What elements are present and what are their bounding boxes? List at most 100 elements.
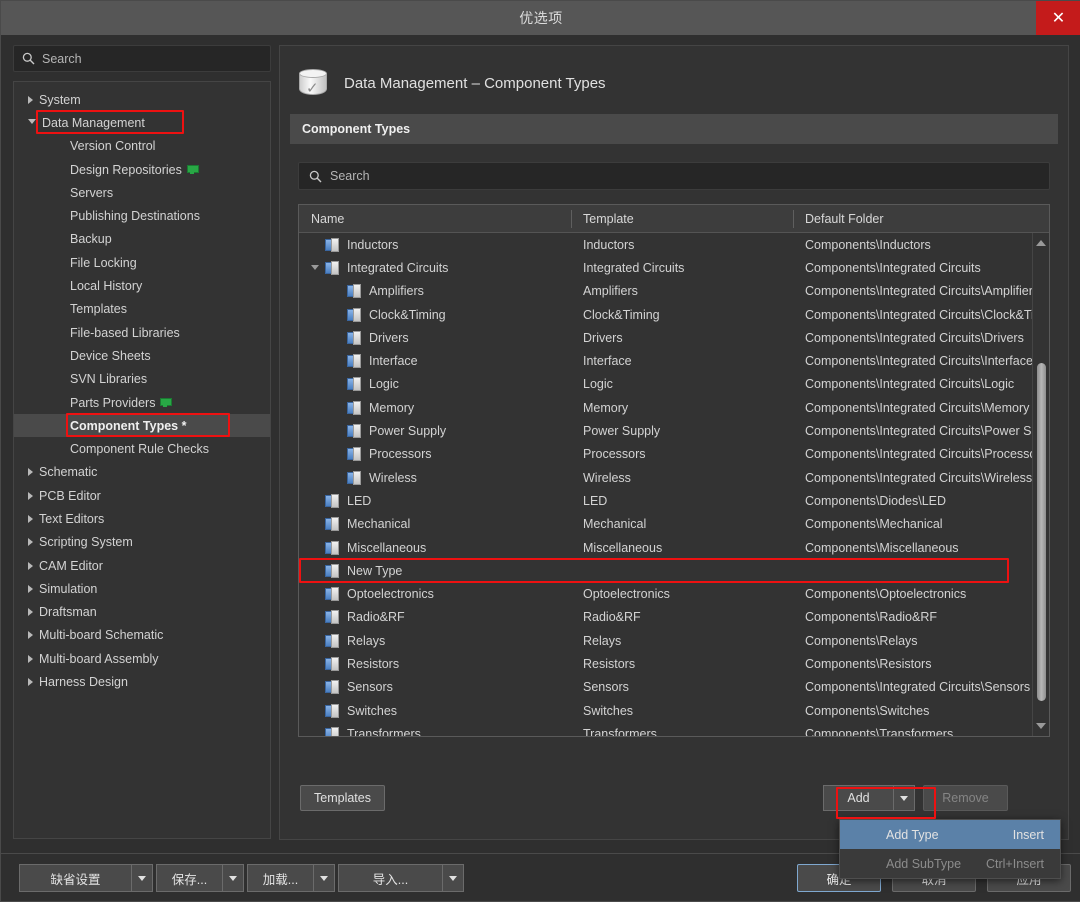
tab-component-types[interactable]: Component Types xyxy=(290,114,1058,144)
table-row[interactable]: Resistors Resistors Components\Resistors xyxy=(299,652,1049,675)
table-row[interactable]: Radio&RF Radio&RF Components\Radio&RF xyxy=(299,606,1049,629)
sidebar-item-multi-board-schematic[interactable]: Multi-board Schematic xyxy=(14,624,270,647)
sidebar-item-file-based-libraries[interactable]: File-based Libraries xyxy=(14,321,270,344)
chevron-right-icon[interactable] xyxy=(28,491,33,500)
table-row[interactable]: Mechanical Mechanical Components\Mechanica… xyxy=(299,513,1049,536)
chevron-right-icon[interactable] xyxy=(28,538,33,547)
column-header-default-folder[interactable]: Default Folder xyxy=(793,205,1049,233)
column-header-template[interactable]: Template xyxy=(571,205,793,233)
scroll-down-icon[interactable] xyxy=(1033,718,1049,734)
table-row[interactable]: Logic Logic Components\Integrated Circuits… xyxy=(299,373,1049,396)
chevron-right-icon[interactable] xyxy=(28,631,33,640)
table-row[interactable]: LED LED Components\Diodes\LED xyxy=(299,489,1049,512)
table-row[interactable]: Miscellaneous Miscellaneous Components\Mis… xyxy=(299,536,1049,559)
sidebar-item-component-types[interactable]: Component Types * xyxy=(14,414,270,438)
settings-tree[interactable]: System Data Management Version Control Desi… xyxy=(13,81,271,839)
templates-button[interactable]: Templates xyxy=(300,785,385,811)
add-dropdown-toggle[interactable] xyxy=(893,785,915,811)
chevron-right-icon[interactable] xyxy=(28,468,33,477)
load-split-button[interactable]: 加载... xyxy=(247,864,335,892)
chevron-down-icon[interactable] xyxy=(311,265,319,271)
table-row[interactable]: Optoelectronics Optoelectronics Components… xyxy=(299,582,1049,605)
save-button[interactable]: 保存... xyxy=(156,864,222,892)
component-type-icon xyxy=(325,587,340,602)
chevron-right-icon[interactable] xyxy=(28,654,33,663)
chevron-right-icon[interactable] xyxy=(28,608,33,617)
sidebar-item-schematic[interactable]: Schematic xyxy=(14,461,270,484)
table-row[interactable]: Switches Switches Components\Switches xyxy=(299,699,1049,722)
sidebar-item-scripting-system[interactable]: Scripting System xyxy=(14,531,270,554)
row-name-label: Clock&Timing xyxy=(369,307,446,322)
sidebar-item-servers[interactable]: Servers xyxy=(14,181,270,204)
chevron-down-icon[interactable] xyxy=(28,119,36,125)
sidebar-item-version-control[interactable]: Version Control xyxy=(14,135,270,158)
sidebar-item-publishing-destinations[interactable]: Publishing Destinations xyxy=(14,204,270,227)
table-header: Name Template Default Folder xyxy=(299,205,1049,233)
import-split-button[interactable]: 导入... xyxy=(338,864,464,892)
sidebar-item-local-history[interactable]: Local History xyxy=(14,274,270,297)
chevron-right-icon[interactable] xyxy=(28,561,33,570)
add-dropdown-menu[interactable]: Add Type Insert Add SubType Ctrl+Insert xyxy=(839,819,1061,879)
add-split-button[interactable]: Add xyxy=(823,785,915,811)
table-body[interactable]: Inductors Inductors Components\Inductors In… xyxy=(299,233,1049,736)
import-dropdown-toggle[interactable] xyxy=(442,864,464,892)
sidebar-item-pcb-editor[interactable]: PCB Editor xyxy=(14,484,270,507)
sidebar-item-draftsman[interactable]: Draftsman xyxy=(14,601,270,624)
load-button[interactable]: 加载... xyxy=(247,864,313,892)
sidebar-item-text-editors[interactable]: Text Editors xyxy=(14,507,270,530)
table-row[interactable]: Memory Memory Components\Integrated Circui… xyxy=(299,396,1049,419)
database-check-icon: ✓ xyxy=(298,67,328,99)
cell-name: Transformers xyxy=(299,726,571,736)
table-row[interactable]: Wireless Wireless Components\Integrated Ci… xyxy=(299,466,1049,489)
sidebar-item-harness-design[interactable]: Harness Design xyxy=(14,670,270,693)
table-search-input[interactable]: Search xyxy=(298,162,1050,190)
component-type-icon xyxy=(347,284,362,299)
load-dropdown-toggle[interactable] xyxy=(313,864,335,892)
table-row[interactable]: Clock&Timing Clock&Timing Components\Integ… xyxy=(299,303,1049,326)
table-row[interactable]: Power Supply Power Supply Components\Integ… xyxy=(299,419,1049,442)
sidebar-item-file-locking[interactable]: File Locking xyxy=(14,251,270,274)
save-dropdown-toggle[interactable] xyxy=(222,864,244,892)
table-row[interactable]: Sensors Sensors Components\Integrated Circ… xyxy=(299,676,1049,699)
sidebar-item-component-rule-checks[interactable]: Component Rule Checks xyxy=(14,437,270,460)
import-button[interactable]: 导入... xyxy=(338,864,442,892)
table-row[interactable]: Integrated Circuits Integrated Circuits Co… xyxy=(299,256,1049,279)
table-vertical-scrollbar[interactable] xyxy=(1032,233,1049,736)
add-button[interactable]: Add xyxy=(823,785,893,811)
remove-button[interactable]: Remove xyxy=(923,785,1008,811)
sidebar-search-input[interactable]: Search xyxy=(13,45,271,72)
sidebar-item-simulation[interactable]: Simulation xyxy=(14,577,270,600)
scrollbar-thumb[interactable] xyxy=(1037,363,1046,701)
close-icon[interactable]: ✕ xyxy=(1036,1,1080,35)
sidebar-item-templates[interactable]: Templates xyxy=(14,298,270,321)
sidebar-item-parts-providers[interactable]: Parts Providers xyxy=(14,391,270,414)
sidebar-item-backup[interactable]: Backup xyxy=(14,228,270,251)
sidebar-item-cam-editor[interactable]: CAM Editor xyxy=(14,554,270,577)
sidebar-item-system[interactable]: System xyxy=(14,88,270,111)
default-settings-button[interactable]: 缺省设置 xyxy=(19,864,131,892)
table-row[interactable]: Inductors Inductors Components\Inductors xyxy=(299,233,1049,256)
cell-template: Wireless xyxy=(583,470,631,485)
table-row[interactable]: Processors Processors Components\Integrate… xyxy=(299,443,1049,466)
column-header-name[interactable]: Name xyxy=(299,205,571,233)
table-row[interactable]: Drivers Drivers Components\Integrated Circ… xyxy=(299,326,1049,349)
table-row[interactable]: Transformers Transformers Components\Trans… xyxy=(299,722,1049,736)
chevron-right-icon[interactable] xyxy=(28,678,33,687)
default-settings-dropdown-toggle[interactable] xyxy=(131,864,153,892)
sidebar-item-svn-libraries[interactable]: SVN Libraries xyxy=(14,368,270,391)
sidebar-item-multi-board-assembly[interactable]: Multi-board Assembly xyxy=(14,647,270,670)
table-row[interactable]: Relays Relays Components\Relays xyxy=(299,629,1049,652)
scroll-up-icon[interactable] xyxy=(1033,235,1049,251)
chevron-right-icon[interactable] xyxy=(28,584,33,593)
chevron-right-icon[interactable] xyxy=(28,514,33,523)
default-settings-split-button[interactable]: 缺省设置 xyxy=(19,864,153,892)
save-split-button[interactable]: 保存... xyxy=(156,864,244,892)
chevron-right-icon[interactable] xyxy=(28,95,33,104)
table-row[interactable]: New Type xyxy=(299,559,1049,582)
menu-item-add-type[interactable]: Add Type Insert xyxy=(840,820,1060,849)
table-row[interactable]: Interface Interface Components\Integrated … xyxy=(299,349,1049,372)
table-row[interactable]: Amplifiers Amplifiers Components\Integrate… xyxy=(299,280,1049,303)
sidebar-item-device-sheets[interactable]: Device Sheets xyxy=(14,344,270,367)
sidebar-item-data-management[interactable]: Data Management xyxy=(14,111,270,134)
sidebar-item-design-repositories[interactable]: Design Repositories xyxy=(14,158,270,181)
